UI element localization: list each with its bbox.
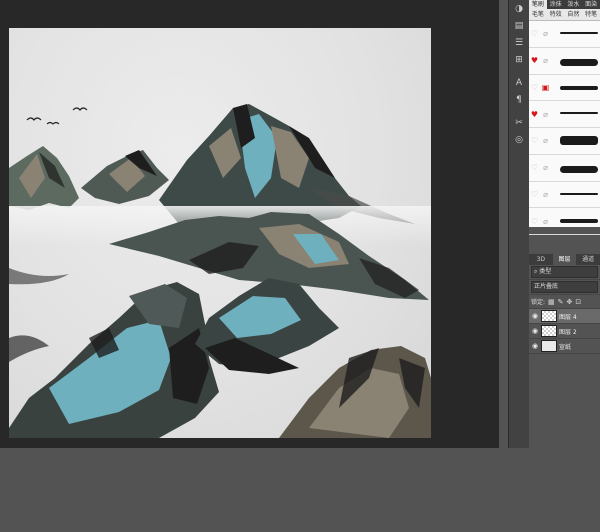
favorite-outline-icon[interactable]: ♡ xyxy=(529,190,540,199)
brush-category-tabs: 笔刷 涂抹 泼水 面染 xyxy=(529,0,600,9)
layer-filter-row: ⌕ 类型 xyxy=(529,265,600,280)
layer-thumbnail xyxy=(541,325,557,337)
ink-landscape-painting xyxy=(9,104,431,438)
brush-preset-item[interactable]: ♡ ⌀ xyxy=(529,128,600,155)
right-panel-dock: 笔刷 涂抹 泼水 面染 毛笔 特效 自然 特笔 ♡ ⌀ ♥ ⌀ ♡ ▣ ♥ ⌀ ♡ ⌀ ♡ ⌀ ♡ ⌀ ♡ ⌀… xyxy=(529,0,600,448)
lock-paint-icon[interactable]: ✎ xyxy=(558,298,564,306)
visibility-eye-icon[interactable]: ◉ xyxy=(531,312,539,320)
brush-stroke-preview xyxy=(560,58,598,66)
brush-tip-icon[interactable]: ⌀ xyxy=(540,136,551,145)
brush-stroke-preview xyxy=(560,136,598,145)
lock-row: 锁定: ▦ ✎ ✥ ⊡ xyxy=(529,295,600,309)
adjust-sliders-icon[interactable]: ☰ xyxy=(509,34,529,51)
layer-row[interactable]: ◉ 宣纸 xyxy=(529,339,600,354)
favorite-filled-icon[interactable]: ♥ xyxy=(529,110,540,119)
layer-filter-label: 类型 xyxy=(539,268,552,275)
lock-label: 锁定: xyxy=(531,299,546,306)
tools-icon[interactable]: ✂ xyxy=(509,114,529,131)
tab-3d[interactable]: 3D xyxy=(529,254,553,265)
blend-mode-row: 正片叠底 xyxy=(529,280,600,295)
tab-smudge[interactable]: 涂抹 xyxy=(547,0,565,9)
lock-transparency-icon[interactable]: ▦ xyxy=(548,298,555,306)
layer-name: 宣纸 xyxy=(559,343,572,351)
brush-tip-icon[interactable]: ⌀ xyxy=(540,190,551,199)
brush-tip-icon[interactable]: ⌀ xyxy=(540,56,551,65)
favorite-outline-icon[interactable]: ♡ xyxy=(529,136,540,145)
paragraph-icon[interactable]: ¶ xyxy=(509,91,529,108)
properties-icon[interactable]: ⊞ xyxy=(509,51,529,68)
tab-brush[interactable]: 笔刷 xyxy=(529,0,547,9)
brush-stroke-preview xyxy=(560,112,598,115)
tab-wash[interactable]: 面染 xyxy=(582,0,600,9)
layer-name: 图层 4 xyxy=(559,313,577,321)
lock-move-icon[interactable]: ✥ xyxy=(567,298,573,306)
layer-name: 图层 2 xyxy=(559,328,577,336)
brush-preset-item[interactable]: ♡ ⌀ xyxy=(529,155,600,182)
tab-layers[interactable]: 图层 xyxy=(552,254,577,265)
brush-preset-list: ♡ ⌀ ♥ ⌀ ♡ ▣ ♥ ⌀ ♡ ⌀ ♡ ⌀ ♡ ⌀ ♡ ⌀ xyxy=(529,21,600,235)
panel-toolstrip: ◑ ▤ ☰ ⊞ A ¶ ✂ ◎ xyxy=(508,0,530,448)
subtab-natural[interactable]: 自然 xyxy=(565,9,583,20)
subtab-special[interactable]: 特笔 xyxy=(582,9,600,20)
brush-preset-item[interactable]: ♥ ⌀ xyxy=(529,48,600,75)
favorite-outline-icon[interactable]: ♡ xyxy=(529,217,540,226)
visibility-eye-icon[interactable]: ◉ xyxy=(531,327,539,335)
brush-stroke-preview xyxy=(560,219,598,224)
histogram-icon[interactable]: ▤ xyxy=(509,17,529,34)
layer-row[interactable]: ◉ 图层 2 xyxy=(529,324,600,339)
brush-stroke-preview xyxy=(560,165,598,173)
lock-all-icon[interactable]: ⊡ xyxy=(575,298,581,306)
tab-splash[interactable]: 泼水 xyxy=(565,0,583,9)
brush-stroke-preview xyxy=(560,85,598,90)
brush-preset-item[interactable]: ♡ ⌀ xyxy=(529,21,600,48)
document-canvas[interactable] xyxy=(9,28,431,438)
layer-filter-select[interactable]: ⌕ 类型 xyxy=(531,266,598,278)
color-wheel-icon[interactable]: ◑ xyxy=(509,0,529,17)
favorite-outline-icon[interactable]: ♡ xyxy=(529,163,540,172)
layer-row[interactable]: ◉ 图层 4 xyxy=(529,309,600,324)
brush-stroke-preview xyxy=(560,32,598,34)
brush-tip-icon[interactable]: ⌀ xyxy=(540,163,551,172)
favorite-outline-icon[interactable]: ♡ xyxy=(529,29,540,38)
brush-tip-icon[interactable]: ⌀ xyxy=(540,29,551,38)
visibility-eye-icon[interactable]: ◉ xyxy=(531,342,539,350)
tab-channels[interactable]: 通道 xyxy=(576,254,600,265)
favorite-outline-icon[interactable]: ♡ xyxy=(529,83,540,92)
brush-tip-icon[interactable]: ⌀ xyxy=(540,217,551,226)
layer-thumbnail xyxy=(541,310,557,322)
favorite-filled-icon[interactable]: ♥ xyxy=(529,56,540,65)
brush-preset-item[interactable]: ♡ ▣ xyxy=(529,75,600,102)
brush-stroke-preview xyxy=(560,192,598,195)
brush-preset-item[interactable]: ♡ ⌀ xyxy=(529,182,600,209)
brush-subcategory-tabs: 毛笔 特效 自然 特笔 xyxy=(529,9,600,21)
brush-preset-item[interactable]: ♡ ⌀ xyxy=(529,208,600,235)
subtab-brushpen[interactable]: 毛笔 xyxy=(529,9,547,20)
layers-panel-tabs: 3D 图层 通道 xyxy=(529,254,600,265)
brush-tip-icon[interactable]: ⌀ xyxy=(540,110,551,119)
layer-thumbnail xyxy=(541,340,557,352)
subtab-effects[interactable]: 特效 xyxy=(547,9,565,20)
character-icon[interactable]: A xyxy=(509,74,529,91)
brush-preset-item[interactable]: ♥ ⌀ xyxy=(529,101,600,128)
blend-mode-select[interactable]: 正片叠底 xyxy=(531,281,598,293)
3d-icon[interactable]: ◎ xyxy=(509,131,529,148)
layer-list: ◉ 图层 4 ◉ 图层 2 ◉ 宣纸 xyxy=(529,309,600,354)
download-icon[interactable]: ▣ xyxy=(540,83,551,92)
